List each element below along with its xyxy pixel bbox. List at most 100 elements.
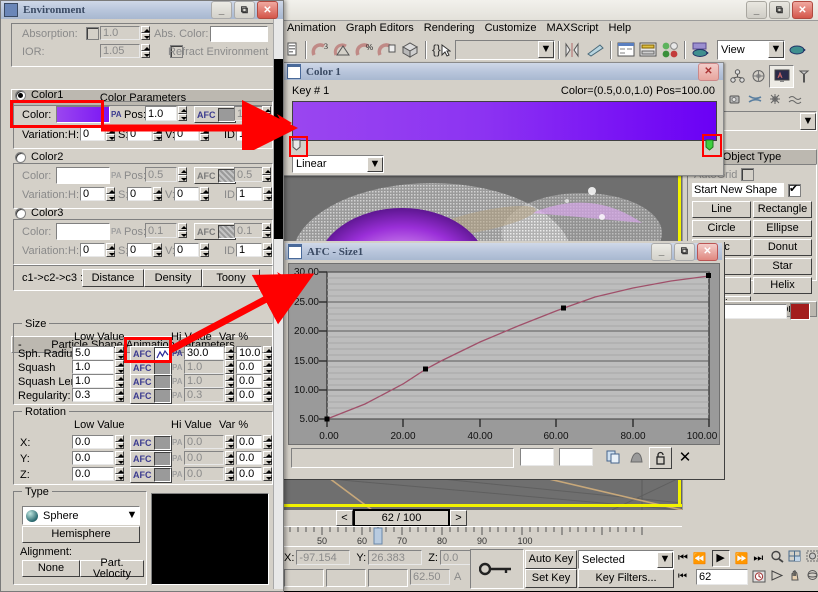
afc-title-bar[interactable]: AFC - Size1 _ ⧉ ✕ — [285, 242, 722, 261]
color1-gradient-bar[interactable] — [292, 101, 717, 141]
named-selection-combo[interactable]: ▼ — [455, 39, 555, 60]
object-button-line[interactable]: Line — [692, 201, 751, 218]
utilities-icon[interactable] — [794, 66, 815, 86]
absorption-spinner[interactable] — [141, 26, 150, 40]
color1-pos-spinner[interactable] — [178, 106, 187, 121]
absorption-field[interactable]: 1.0 — [100, 26, 140, 40]
environment-title-bar[interactable]: Environment _ ⧉ ✕ — [1, 1, 283, 19]
material-editor-icon[interactable] — [659, 40, 681, 60]
rotation-row-low-1[interactable]: 0.0 — [72, 451, 114, 465]
size-row-low-1[interactable]: 1.0 — [72, 360, 114, 374]
rotation-row-low-2[interactable]: 0.0 — [72, 467, 114, 481]
color1-radio[interactable] — [15, 89, 26, 101]
rotation-row-afc-2[interactable]: AFC — [130, 467, 172, 483]
size-row-hi-spinner-2[interactable] — [225, 374, 234, 388]
color3-color-swatch[interactable] — [56, 223, 110, 240]
color2-pos-spinner[interactable] — [178, 167, 187, 182]
environment-maximize-button[interactable]: ⧉ — [234, 1, 255, 19]
key-mode-dropdown-arrow[interactable]: ▼ — [657, 551, 673, 568]
color2-afc-value[interactable]: 0.5 — [234, 167, 264, 182]
key-mode-combo[interactable]: Selected ▼ — [578, 550, 674, 569]
align-icon[interactable] — [585, 40, 607, 60]
size-row-hi-spinner-0[interactable] — [225, 346, 234, 360]
size-row-var-1[interactable]: 0.0 — [236, 360, 262, 374]
color3-h-spinner[interactable] — [106, 243, 115, 257]
color1-v-field[interactable]: 0 — [174, 127, 199, 141]
color2-h-spinner[interactable] — [106, 187, 115, 201]
color1-h-spinner[interactable] — [106, 127, 115, 141]
max-minimize-button[interactable]: _ — [746, 1, 767, 19]
angle-snap-icon[interactable] — [332, 40, 354, 60]
auto-key-button[interactable]: Auto Key — [525, 550, 577, 569]
menu-graph-editors[interactable]: Graph Editors — [341, 22, 419, 34]
menu-customize[interactable]: Customize — [480, 22, 542, 34]
track-bar[interactable]: 50 60 70 80 90 100 — [282, 526, 682, 547]
abs-color-swatch[interactable] — [210, 26, 268, 42]
size-row-pa-2[interactable]: PA — [172, 377, 183, 386]
size-row-hi-0[interactable]: 30.0 — [184, 346, 224, 360]
use-center-icon[interactable] — [787, 40, 809, 60]
space-warps-icon[interactable] — [785, 90, 805, 108]
color2-color-swatch[interactable] — [56, 167, 110, 184]
autogrid-checkbox[interactable] — [741, 168, 755, 181]
current-frame-field[interactable]: 62 — [696, 569, 748, 585]
afc-minimize-button[interactable]: _ — [651, 242, 672, 261]
rotation-row-var-1[interactable]: 0.0 — [236, 451, 262, 465]
chain-button-density[interactable]: Density — [144, 269, 202, 287]
color3-pos-spinner[interactable] — [178, 223, 187, 238]
size-row-var-spinner-2[interactable] — [263, 374, 272, 388]
cameras-icon[interactable] — [745, 90, 765, 108]
size-row-low-spinner-1[interactable] — [115, 360, 124, 374]
color2-v-spinner[interactable] — [200, 187, 209, 201]
select-by-name-icon[interactable] — [284, 40, 302, 60]
rotation-row-hi-spinner-2[interactable] — [225, 467, 234, 481]
rotation-row-low-spinner-2[interactable] — [115, 467, 124, 481]
color1-title-bar[interactable]: Color 1 ✕ — [284, 62, 723, 81]
afc-graph[interactable]: 30.00 25.00 20.00 15.00 10.00 5.00 0.00 … — [288, 263, 720, 445]
hemisphere-button[interactable]: Hemisphere — [22, 526, 140, 543]
color2-s-spinner[interactable] — [153, 187, 162, 201]
color1-s-field[interactable]: 0 — [127, 127, 152, 141]
rotation-row-afc-0[interactable]: AFC — [130, 435, 172, 451]
pan-icon[interactable] — [788, 569, 802, 585]
chain-button-toony[interactable]: Toony — [202, 269, 260, 287]
color1-pos-field[interactable]: 1.0 — [145, 106, 177, 121]
environment-minimize-button[interactable]: _ — [211, 1, 232, 19]
afc-close-button[interactable]: ✕ — [697, 242, 718, 261]
ior-spinner[interactable] — [141, 44, 150, 58]
color3-v-spinner[interactable] — [200, 243, 209, 257]
size-row-hi-3[interactable]: 0.3 — [184, 388, 224, 402]
environment-scrollbar[interactable] — [273, 19, 283, 589]
color1-afc-value[interactable]: 1.0 — [234, 106, 264, 121]
zoom-extents-icon[interactable] — [806, 550, 818, 566]
color3-radio[interactable] — [15, 207, 26, 219]
color1-afc-button[interactable]: AFC — [194, 106, 236, 123]
max-restore-button[interactable]: ⧉ — [769, 1, 790, 19]
color3-id-spinner[interactable] — [263, 243, 272, 257]
menu-animation[interactable]: Animation — [282, 22, 341, 34]
render-setup-icon[interactable] — [689, 40, 713, 60]
color1-afc-spinner[interactable] — [262, 106, 271, 121]
color3-id-field[interactable]: 1 — [236, 243, 262, 257]
play-icon[interactable]: ▶ — [711, 550, 730, 567]
goto-end-icon[interactable]: ⏭ — [753, 552, 763, 565]
color1-h-field[interactable]: 0 — [80, 127, 105, 141]
ior-field[interactable]: 1.05 — [100, 44, 140, 58]
goto-start-icon[interactable]: ⏮ — [678, 552, 688, 565]
afc-field-x[interactable] — [520, 448, 554, 466]
rotation-row-var-spinner-1[interactable] — [263, 451, 272, 465]
rotation-row-hi-spinner-0[interactable] — [225, 435, 234, 449]
interpolation-combo[interactable]: Linear ▼ — [292, 155, 384, 173]
curve-editor-icon[interactable] — [615, 40, 637, 60]
y-field[interactable]: 26.383 — [368, 550, 423, 565]
color3-pos-field[interactable]: 0.1 — [145, 223, 177, 238]
size-row-pa-1[interactable]: PA — [172, 363, 183, 372]
mirror-icon[interactable] — [563, 40, 585, 60]
motion-icon[interactable] — [748, 66, 769, 86]
menu-help[interactable]: Help — [604, 22, 637, 34]
viewport-coordsys-dropdown-arrow[interactable]: ▼ — [768, 41, 784, 58]
afc-maximize-button[interactable]: ⧉ — [674, 242, 695, 261]
schematic-view-icon[interactable] — [637, 40, 659, 60]
orbit-icon[interactable] — [806, 569, 818, 585]
prev-frame-button[interactable]: < — [336, 510, 353, 526]
